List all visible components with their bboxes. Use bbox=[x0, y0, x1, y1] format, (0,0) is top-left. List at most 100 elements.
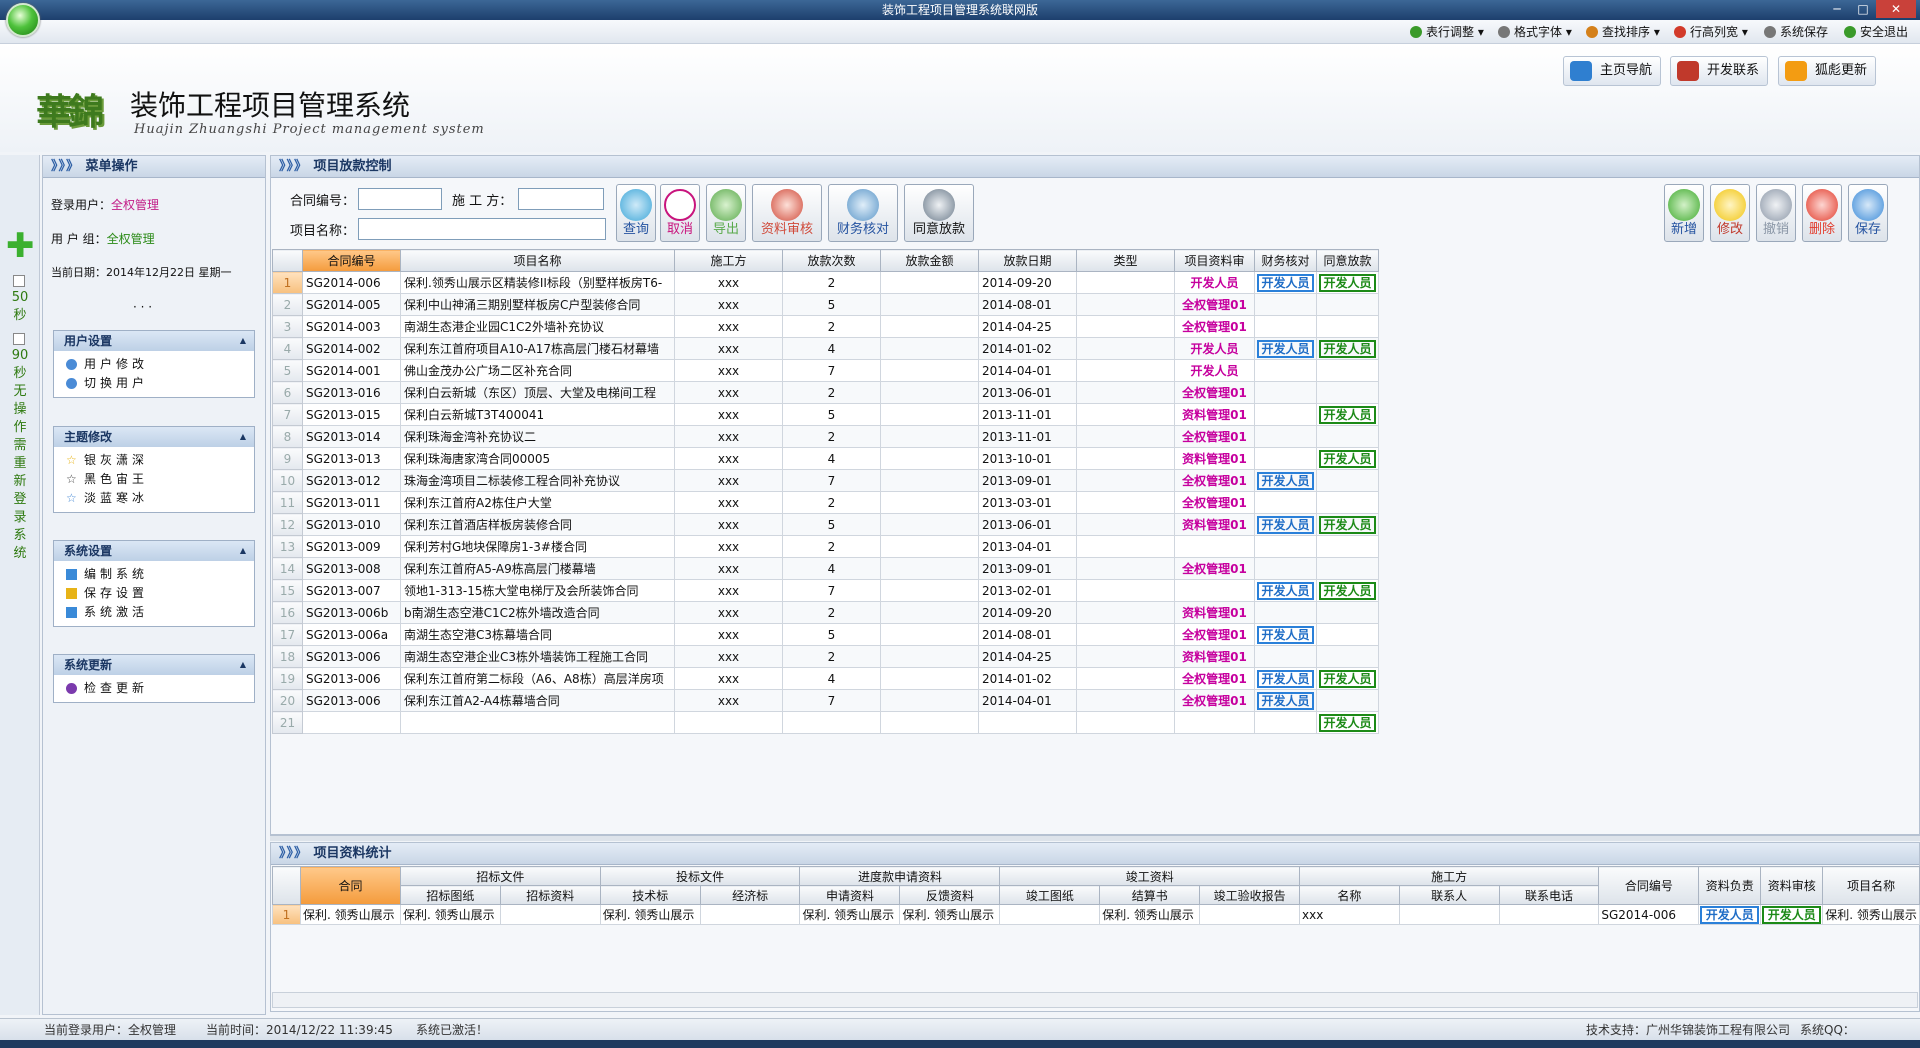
cell-type[interactable] bbox=[1076, 359, 1175, 382]
cell-loan-date[interactable]: 2013-03-01 bbox=[978, 491, 1077, 514]
cell-type[interactable] bbox=[1076, 557, 1175, 580]
cell-finance-check[interactable]: 开发人员 bbox=[1254, 579, 1317, 602]
cell-finance-check[interactable]: 开发人员 bbox=[1254, 513, 1317, 536]
cell-project-name[interactable]: 南湖生态空港企业C3栋外墙装饰工程施工合同 bbox=[400, 645, 675, 668]
cell-loan-amount[interactable] bbox=[880, 535, 979, 558]
cell-approve-loan[interactable] bbox=[1316, 425, 1379, 448]
cell-contract-no[interactable]: SG2014-005 bbox=[302, 293, 401, 316]
cell-doc-review[interactable]: 全权管理01 bbox=[1174, 315, 1255, 338]
menu-theme-silver[interactable]: ☆ 银灰潇深 bbox=[54, 451, 254, 470]
cell-loan-date[interactable]: 2014-04-25 bbox=[978, 645, 1077, 668]
cell-loan-date[interactable]: 2014-01-02 bbox=[978, 667, 1077, 690]
table-row[interactable]: 21 开发人员 bbox=[272, 711, 1379, 734]
edit-button[interactable]: 修改 bbox=[1710, 184, 1750, 242]
project-name-input[interactable] bbox=[358, 218, 606, 240]
stats-cell[interactable]: 保利. 领秀山展示 bbox=[599, 904, 701, 925]
cell-approve-loan[interactable] bbox=[1316, 381, 1379, 404]
cell-approve-loan[interactable]: 开发人员 bbox=[1316, 337, 1379, 360]
cell-loan-date[interactable]: 2013-04-01 bbox=[978, 535, 1077, 558]
cell-doc-review[interactable]: 全权管理01 bbox=[1174, 469, 1255, 492]
cell-doc-review[interactable]: 开发人员 bbox=[1174, 359, 1255, 382]
cell-contract-no[interactable]: SG2013-006a bbox=[302, 623, 401, 646]
cell-builder[interactable]: xxx bbox=[674, 623, 783, 646]
col-sub-header[interactable]: 招标资料 bbox=[499, 885, 601, 905]
cell-contract-no[interactable]: SG2013-006 bbox=[302, 645, 401, 668]
stats-cell[interactable] bbox=[499, 904, 601, 925]
cell-loan-amount[interactable] bbox=[880, 711, 979, 734]
col-sub-header[interactable]: 经济标 bbox=[699, 885, 801, 905]
cell-doc-review[interactable]: 全权管理01 bbox=[1174, 381, 1255, 404]
table-row[interactable]: 17 SG2013-006a 南湖生态空港C3栋幕墙合同 xxx 5 2014-08-01… bbox=[272, 623, 1379, 646]
table-row[interactable]: 15 SG2013-007 领地1-313-15栋大堂电梯厅及会所装饰合同 xxx 7 2… bbox=[272, 579, 1379, 602]
cell-type[interactable] bbox=[1076, 315, 1175, 338]
col-sub-header[interactable]: 申请资料 bbox=[799, 885, 901, 905]
cell-type[interactable] bbox=[1076, 447, 1175, 470]
cell-type[interactable] bbox=[1076, 491, 1175, 514]
cell-type[interactable] bbox=[1076, 271, 1175, 294]
cell-project-name[interactable]: 佛山金茂办公广场二区补充合同 bbox=[400, 359, 675, 382]
group-progress-docs[interactable]: 进度款申请资料 bbox=[799, 866, 1001, 886]
cell-loan-date[interactable]: 2014-08-01 bbox=[978, 293, 1077, 316]
cell-doc-review[interactable]: 资料管理01 bbox=[1174, 513, 1255, 536]
stats-cell[interactable]: 保利. 领秀山展示 bbox=[799, 904, 901, 925]
cell-finance-check[interactable] bbox=[1254, 403, 1317, 426]
cell-contract-no[interactable]: SG2013-007 bbox=[302, 579, 401, 602]
cell-finance-check[interactable] bbox=[1254, 425, 1317, 448]
cell-approve-loan[interactable] bbox=[1316, 293, 1379, 316]
cell-doc-review[interactable]: 资料管理01 bbox=[1174, 447, 1255, 470]
table-row[interactable]: 2 SG2014-005 保利中山神涌三期别墅样板房C户型装修合同 xxx 5 2014-… bbox=[272, 293, 1379, 316]
cell-loan-amount[interactable] bbox=[880, 689, 979, 712]
menu-user-modify[interactable]: 用户修改 bbox=[54, 355, 254, 374]
cell-builder[interactable]: xxx bbox=[674, 689, 783, 712]
menu-edit-system[interactable]: 编制系统 bbox=[54, 565, 254, 584]
cell-contract-no[interactable]: SG2013-013 bbox=[302, 447, 401, 470]
cell-loan-amount[interactable] bbox=[880, 557, 979, 580]
cell-finance-check[interactable] bbox=[1254, 535, 1317, 558]
cell-doc-review[interactable] bbox=[1174, 711, 1255, 734]
cell-builder[interactable]: xxx bbox=[674, 425, 783, 448]
table-row[interactable]: 9 SG2013-013 保利珠海唐家湾合同00005 xxx 4 2013-10-01 资… bbox=[272, 447, 1379, 470]
cell-builder[interactable]: xxx bbox=[674, 667, 783, 690]
cell-loan-times[interactable]: 2 bbox=[782, 271, 881, 294]
cell-type[interactable] bbox=[1076, 623, 1175, 646]
cell-loan-date[interactable]: 2013-11-01 bbox=[978, 403, 1077, 426]
cell-loan-times[interactable]: 2 bbox=[782, 315, 881, 338]
cell-contract-no[interactable]: SG2014-001 bbox=[302, 359, 401, 382]
cell-approve-loan[interactable]: 开发人员 bbox=[1316, 667, 1379, 690]
cell-finance-check[interactable] bbox=[1254, 293, 1317, 316]
cell-loan-date[interactable]: 2014-09-20 bbox=[978, 601, 1077, 624]
cell-loan-amount[interactable] bbox=[880, 381, 979, 404]
menu-find-sort[interactable]: 查找排序 ▾ bbox=[1584, 24, 1660, 40]
undo-button[interactable]: 撤销 bbox=[1756, 184, 1796, 242]
cell-loan-date[interactable]: 2013-09-01 bbox=[978, 469, 1077, 492]
finance-check-button[interactable]: 财务核对 bbox=[828, 184, 898, 242]
cell-loan-times[interactable]: 2 bbox=[782, 645, 881, 668]
group-tender-docs[interactable]: 投标文件 bbox=[599, 866, 801, 886]
cell-loan-date[interactable]: 2014-01-02 bbox=[978, 337, 1077, 360]
cell-loan-times[interactable]: 4 bbox=[782, 337, 881, 360]
cell-contract-no[interactable]: SG2013-008 bbox=[302, 557, 401, 580]
cell-loan-date[interactable]: 2013-10-01 bbox=[978, 447, 1077, 470]
cell-type[interactable] bbox=[1076, 535, 1175, 558]
cell-finance-check[interactable] bbox=[1254, 557, 1317, 580]
stats-cell[interactable]: xxx bbox=[1298, 904, 1400, 925]
group-completion-docs[interactable]: 竣工资料 bbox=[999, 866, 1300, 886]
table-row[interactable]: 10 SG2013-012 珠海金湾项目二标装修工程合同补充协议 xxx 7 2013-0… bbox=[272, 469, 1379, 492]
stats-cell[interactable] bbox=[1498, 904, 1600, 925]
stats-cell[interactable]: SG2014-006 bbox=[1598, 904, 1700, 925]
home-nav-button[interactable]: 主页导航 bbox=[1563, 56, 1662, 86]
cell-approve-loan[interactable]: 开发人员 bbox=[1316, 579, 1379, 602]
cell-approve-loan[interactable] bbox=[1316, 623, 1379, 646]
cell-type[interactable] bbox=[1076, 667, 1175, 690]
cell-doc-review[interactable]: 全权管理01 bbox=[1174, 667, 1255, 690]
cell-loan-date[interactable]: 2013-02-01 bbox=[978, 579, 1077, 602]
menu-save-settings[interactable]: 保存设置 bbox=[54, 584, 254, 603]
cell-finance-check[interactable] bbox=[1254, 491, 1317, 514]
cell-builder[interactable]: xxx bbox=[674, 447, 783, 470]
cell-builder[interactable]: xxx bbox=[674, 535, 783, 558]
cell-type[interactable] bbox=[1076, 689, 1175, 712]
col-stats-contract-no[interactable]: 合同编号 bbox=[1598, 866, 1700, 905]
cell-finance-check[interactable]: 开发人员 bbox=[1254, 469, 1317, 492]
cell-project-name[interactable]: 保利白云新城T3T400041 bbox=[400, 403, 675, 426]
col-project-name[interactable]: 项目名称 bbox=[400, 249, 675, 272]
